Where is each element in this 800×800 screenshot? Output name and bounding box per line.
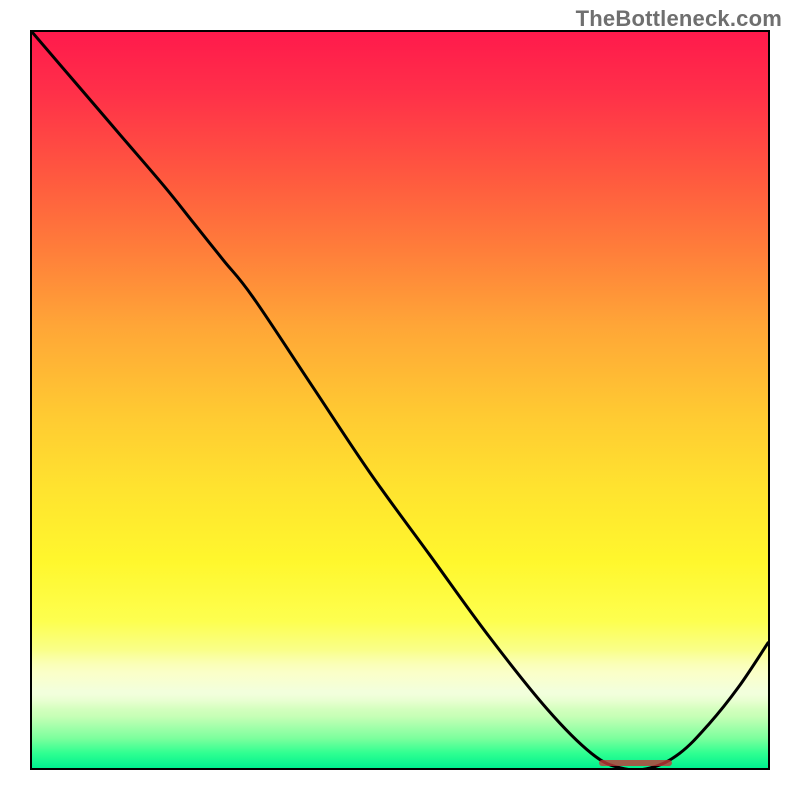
chart-container: TheBottleneck.com [0, 0, 800, 800]
optimal-range-marker [599, 760, 673, 766]
plot-area [30, 30, 770, 770]
attribution-label: TheBottleneck.com [576, 6, 782, 32]
bottleneck-curve [32, 32, 768, 768]
